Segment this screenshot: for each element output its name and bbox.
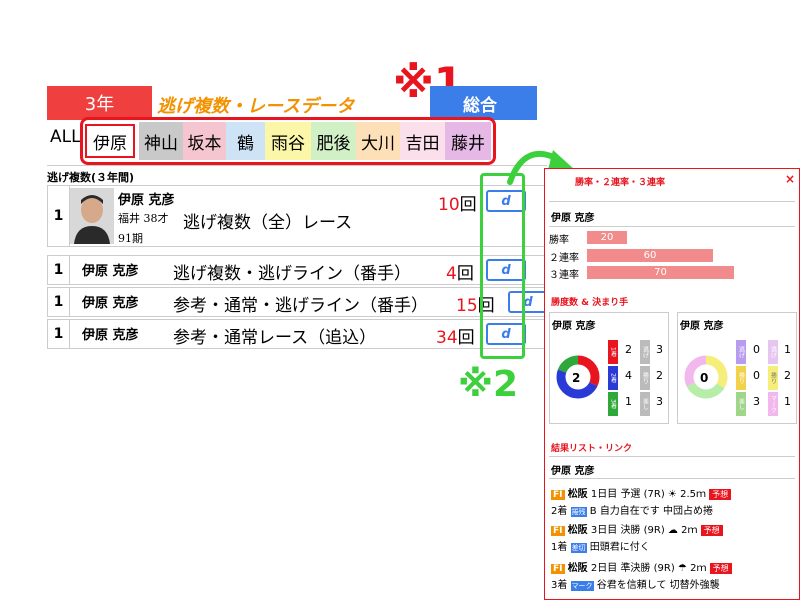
section-label: 逃げ複数(３年間) <box>47 165 547 185</box>
overall-tab[interactable]: 総合 <box>430 86 537 120</box>
racer-period: 91期 <box>118 232 143 245</box>
table-row: 1 伊原 克彦 参考・通常・逃げライン（番手） 15回 d <box>47 287 548 317</box>
kind-count: 3 <box>656 343 663 356</box>
kind-label: マーク <box>768 392 778 416</box>
table-row: 1 伊原 克彦 参考・通常レース（追込） 34回 d <box>47 319 547 349</box>
tab-all[interactable]: ALL <box>50 127 81 147</box>
kind-label: 逃げ <box>768 340 778 364</box>
kind-count: 2 <box>784 369 791 382</box>
pie-center-count: 0 <box>700 371 709 385</box>
kimarite-box-right: 伊原 克彦 0 逃げ 捲り 差し 0 0 3 逃げ 捲り マーク 1 2 1 <box>677 312 797 424</box>
result-comment: 1着 差切 田頭君に付く <box>551 542 650 553</box>
kind-label: 差し <box>640 392 650 416</box>
panel-header: 勝率・２連率・３連率 <box>575 178 666 188</box>
pos-label: 2着 <box>608 366 618 390</box>
kind-label: 逃げ <box>736 340 746 364</box>
rate-label: ３連率 <box>549 270 579 281</box>
result-line[interactable]: FI 松阪 1日目 予選 (7R) ☀ 2.5ｍ 予想 <box>551 485 732 500</box>
racer-name[interactable]: 伊原 克彦 <box>118 189 175 208</box>
annotation-box-1 <box>80 117 496 165</box>
rate-label: ２連率 <box>549 253 579 264</box>
kind-count: 1 <box>784 343 791 356</box>
result-comment: 3着 マーク 谷君を信頼して 切替外強襲 <box>551 580 720 591</box>
kind-label: 捲り <box>640 366 650 390</box>
racer-name[interactable]: 伊原 克彦 <box>82 324 139 343</box>
kind-count: 0 <box>753 343 760 356</box>
box-racer-name: 伊原 克彦 <box>680 321 724 332</box>
racer-name[interactable]: 伊原 克彦 <box>82 260 139 279</box>
row-description: 逃げ複数・逃げライン（番手） <box>173 264 411 284</box>
result-line[interactable]: FI 松阪 2日目 準決勝 (9R) ☂ 2ｍ 予想 <box>551 559 732 574</box>
panel-racer-name: 伊原 克彦 <box>551 213 595 224</box>
result-comment: 2着 捲残 B 自力自在です 中団占め捲 <box>551 506 713 517</box>
rate-label: 勝率 <box>549 235 569 246</box>
prediction-button[interactable]: 予想 <box>709 563 732 574</box>
pos-count: 4 <box>625 369 632 382</box>
racer-photo <box>70 188 114 244</box>
rank: 1 <box>48 186 70 246</box>
row-count: 10回 <box>438 195 477 215</box>
kimarite-box-left: 伊原 克彦 2 1着 2着 3着 2 4 1 逃げ 捲り 差し 3 2 3 <box>549 312 669 424</box>
year-tab[interactable]: 3年 <box>47 86 152 120</box>
row-description: 参考・通常・逃げライン（番手） <box>173 296 428 316</box>
prediction-button[interactable]: 予想 <box>700 525 723 536</box>
row-count: 34回 <box>436 328 475 348</box>
kind-label: 捲り <box>736 366 746 390</box>
rank: 1 <box>48 256 70 284</box>
row-description: 参考・通常レース（追込） <box>173 328 377 348</box>
kind-label: 差し <box>736 392 746 416</box>
results-racer-name: 伊原 克彦 <box>551 466 595 477</box>
kind-count: 2 <box>656 369 663 382</box>
kind-count: 3 <box>656 395 663 408</box>
pos-label: 3着 <box>608 392 618 416</box>
racer-meta: 福井 38才 <box>118 212 169 225</box>
result-line[interactable]: FI 松阪 3日目 決勝 (9R) ☁ 2ｍ 予想 <box>551 521 723 536</box>
prediction-button[interactable]: 予想 <box>709 489 732 500</box>
rank: 1 <box>48 288 70 316</box>
rank: 1 <box>48 320 70 348</box>
table-row: 1 伊原 克彦 逃げ複数・逃げライン（番手） 4回 d <box>47 255 547 285</box>
page-title: 逃げ複数・レースデータ <box>157 96 355 117</box>
kind-count: 0 <box>753 369 760 382</box>
annotation-note-2: ※2 <box>458 364 519 405</box>
row-count: 4回 <box>446 264 474 284</box>
rate-bar-quinella: 60 <box>587 249 713 262</box>
box-racer-name: 伊原 克彦 <box>552 321 596 332</box>
pos-label: 1着 <box>608 340 618 364</box>
results-title: 結果リスト・リンク <box>551 444 633 454</box>
kind-count: 3 <box>753 395 760 408</box>
kimarite-title: 勝度数 & 決まり手 <box>551 298 629 308</box>
detail-panel: 勝率・２連率・３連率 × 伊原 克彦 勝率 20 ２連率 60 ３連率 70 勝… <box>544 168 800 600</box>
annotation-box-2 <box>480 173 525 359</box>
pos-count: 1 <box>625 395 632 408</box>
kind-count: 1 <box>784 395 791 408</box>
rate-bar-win: 20 <box>587 231 627 244</box>
kind-label: 捲り <box>768 366 778 390</box>
racer-name[interactable]: 伊原 克彦 <box>82 292 139 311</box>
pos-count: 2 <box>625 343 632 356</box>
pie-center-count: 2 <box>572 371 581 385</box>
close-icon[interactable]: × <box>785 172 795 186</box>
kind-label: 逃げ <box>640 340 650 364</box>
row-description: 逃げ複数（全）レース <box>183 213 353 233</box>
table-row: 1 伊原 克彦 福井 38才 91期 逃げ複数（全）レース 10回 d <box>47 185 547 247</box>
rate-bar-trifecta: 70 <box>587 266 734 279</box>
